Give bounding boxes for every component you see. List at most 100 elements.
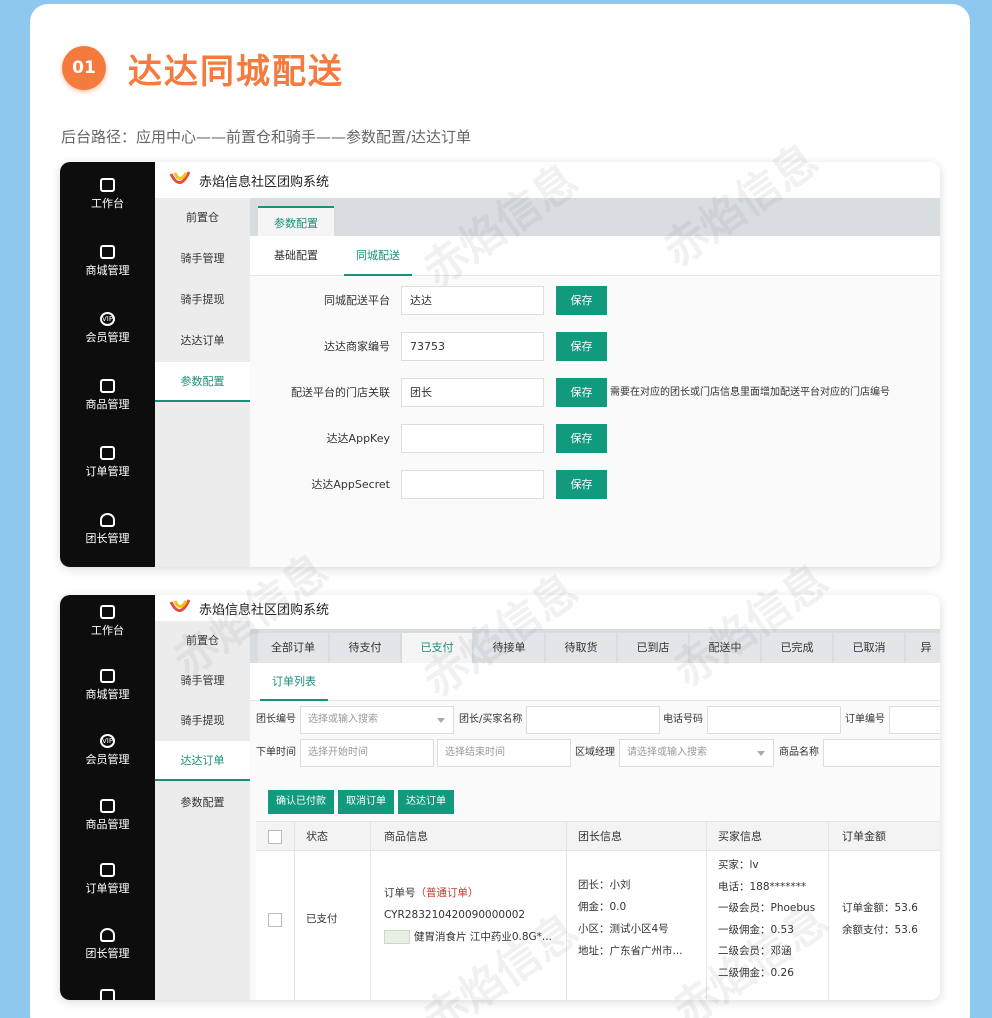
- tab-more[interactable]: 异: [906, 633, 940, 663]
- leader-commission: 佣金：0.0: [578, 901, 627, 913]
- subtab-delivery[interactable]: 同城配送: [344, 236, 412, 276]
- cancel-order-button[interactable]: 取消订单: [338, 790, 394, 814]
- appkey-input[interactable]: [401, 424, 544, 453]
- tab-params[interactable]: 参数配置: [258, 206, 334, 238]
- tab-all-orders[interactable]: 全部订单: [258, 633, 328, 663]
- level1-commission: 一级佣金：0.53: [718, 924, 794, 936]
- subnav-item-dada-orders[interactable]: 达达订单: [155, 321, 250, 361]
- end-time-input[interactable]: 选择结束时间: [437, 739, 571, 767]
- nav-item-orders[interactable]: 订单管理: [60, 863, 155, 896]
- field-label: 达达商家编号: [324, 340, 390, 353]
- subnav-item-withdraw[interactable]: 骑手提现: [155, 701, 250, 741]
- filter-label: 订单编号: [845, 714, 885, 725]
- store-link-input[interactable]: 团长: [401, 378, 544, 407]
- nav-item-members[interactable]: VIP 会员管理: [60, 312, 155, 345]
- order-list-tabbar: 订单列表: [250, 663, 940, 701]
- app-logo-icon: [169, 171, 191, 184]
- buyer-name-input[interactable]: [526, 706, 660, 734]
- nav-item-leaders[interactable]: 团长管理: [60, 928, 155, 961]
- nav-item-goods[interactable]: 商品管理: [60, 799, 155, 832]
- tab-completed[interactable]: 已完成: [762, 633, 832, 663]
- nav-item-members[interactable]: VIP 会员管理: [60, 734, 155, 767]
- field-label: 配送平台的门店关联: [291, 386, 390, 399]
- phone-input[interactable]: [707, 706, 841, 734]
- tab-cancelled[interactable]: 已取消: [834, 633, 904, 663]
- orders-screenshot: 工作台 商城管理 VIP 会员管理 商品管理 订单管理 团长管理 赤焰信息社区团购…: [60, 595, 940, 1000]
- column-divider: [370, 821, 371, 1000]
- tab-bar: 参数配置: [250, 198, 940, 238]
- sub-nav: 前置仓 骑手管理 骑手提现 达达订单 参数配置: [155, 198, 250, 567]
- order-status-tabs: 全部订单 待支付 已支付 待接单 待取货 已到店 配送中 已完成 已取消 异: [250, 629, 940, 663]
- subnav-item-dada-orders[interactable]: 达达订单: [155, 741, 250, 781]
- nav-item-store[interactable]: 商城管理: [60, 669, 155, 702]
- tab-delivering[interactable]: 配送中: [690, 633, 760, 663]
- vip-icon: VIP: [100, 312, 115, 326]
- config-row: 达达AppKey 保存: [250, 424, 940, 454]
- buyer-name: 买家：lv: [718, 859, 759, 871]
- row-checkbox[interactable]: [268, 913, 282, 927]
- subnav-item-riders[interactable]: 骑手管理: [155, 239, 250, 279]
- goods-icon: [100, 799, 115, 813]
- save-button[interactable]: 保存: [556, 286, 607, 315]
- config-row: 配送平台的门店关联 团长 保存 需要在对应的团长或门店信息里面增加配送平台对应的…: [250, 378, 940, 408]
- app-logo-icon: [169, 599, 191, 612]
- order-icon: [100, 863, 115, 877]
- tab-await-accept[interactable]: 待接单: [474, 633, 544, 663]
- tab-order-list[interactable]: 订单列表: [260, 663, 328, 701]
- tab-unpaid[interactable]: 待支付: [330, 633, 400, 663]
- save-button[interactable]: 保存: [556, 424, 607, 453]
- leader-no-select[interactable]: 选择或输入搜索: [300, 706, 454, 734]
- order-status: 已支付: [306, 913, 338, 925]
- subnav-item-warehouse[interactable]: 前置仓: [155, 198, 250, 238]
- filter-label: 商品名称: [779, 747, 819, 758]
- tab-await-pickup[interactable]: 待取货: [546, 633, 616, 663]
- platform-input[interactable]: 达达: [401, 286, 544, 315]
- dada-order-button[interactable]: 达达订单: [398, 790, 454, 814]
- subnav-item-withdraw[interactable]: 骑手提现: [155, 280, 250, 320]
- col-status: 状态: [306, 830, 328, 843]
- subnav-item-params[interactable]: 参数配置: [155, 783, 250, 823]
- col-goods: 商品信息: [384, 830, 428, 843]
- save-button[interactable]: 保存: [556, 332, 607, 361]
- app-header: 赤焰信息社区团购系统: [155, 595, 940, 621]
- main-nav: 工作台 商城管理 VIP 会员管理 商品管理 订单管理 团长管理: [60, 162, 155, 567]
- region-select[interactable]: 请选择或输入搜索: [619, 739, 774, 767]
- nav-item-dashboard[interactable]: 工作台: [60, 178, 155, 211]
- column-divider: [828, 821, 829, 1000]
- order-icon: [100, 446, 115, 460]
- save-button[interactable]: 保存: [556, 378, 607, 407]
- leader-address: 地址：广东省广州市...: [578, 945, 683, 957]
- app-name: 赤焰信息社区团购系统: [199, 174, 330, 190]
- nav-item-more[interactable]: [60, 989, 155, 1000]
- config-screenshot: 工作台 商城管理 VIP 会员管理 商品管理 订单管理 团长管理 赤焰信息社区团购…: [60, 162, 940, 567]
- config-row: 同城配送平台 达达 保存: [250, 286, 940, 316]
- save-button[interactable]: 保存: [556, 470, 607, 499]
- select-all-checkbox[interactable]: [268, 830, 282, 844]
- merchant-no-input[interactable]: 73753: [401, 332, 544, 361]
- nav-item-leaders[interactable]: 团长管理: [60, 513, 155, 546]
- subnav-item-params[interactable]: 参数配置: [155, 362, 250, 402]
- appsecret-input[interactable]: [401, 470, 544, 499]
- order-no-input[interactable]: [889, 706, 940, 734]
- nav-item-orders[interactable]: 订单管理: [60, 446, 155, 479]
- filter-label: 团长编号: [256, 714, 296, 725]
- store-icon: [100, 669, 115, 683]
- nav-item-store[interactable]: 商城管理: [60, 245, 155, 278]
- subtab-basic[interactable]: 基础配置: [262, 236, 330, 276]
- confirm-paid-button[interactable]: 确认已付款: [268, 790, 334, 814]
- subnav-item-riders[interactable]: 骑手管理: [155, 661, 250, 701]
- tab-paid[interactable]: 已支付: [402, 633, 472, 663]
- subnav-item-warehouse[interactable]: 前置仓: [155, 621, 250, 661]
- level2-commission: 二级佣金：0.26: [718, 967, 794, 979]
- config-subtabs: 基础配置 同城配送: [250, 236, 940, 276]
- level1-member: 一级会员：Phoebus: [718, 902, 816, 914]
- goods-name-input[interactable]: [823, 739, 940, 767]
- start-time-input[interactable]: 选择开始时间: [300, 739, 434, 767]
- nav-item-dashboard[interactable]: 工作台: [60, 605, 155, 638]
- config-content: 参数配置 基础配置 同城配送 同城配送平台 达达 保存 达达商家编号 73753…: [250, 198, 940, 567]
- goods-item: 健胃消食片 江中药业0.8G*...: [384, 927, 552, 948]
- tab-arrived[interactable]: 已到店: [618, 633, 688, 663]
- col-amount: 订单金额: [842, 830, 886, 843]
- filter-label: 下单时间: [256, 747, 296, 758]
- nav-item-goods[interactable]: 商品管理: [60, 379, 155, 412]
